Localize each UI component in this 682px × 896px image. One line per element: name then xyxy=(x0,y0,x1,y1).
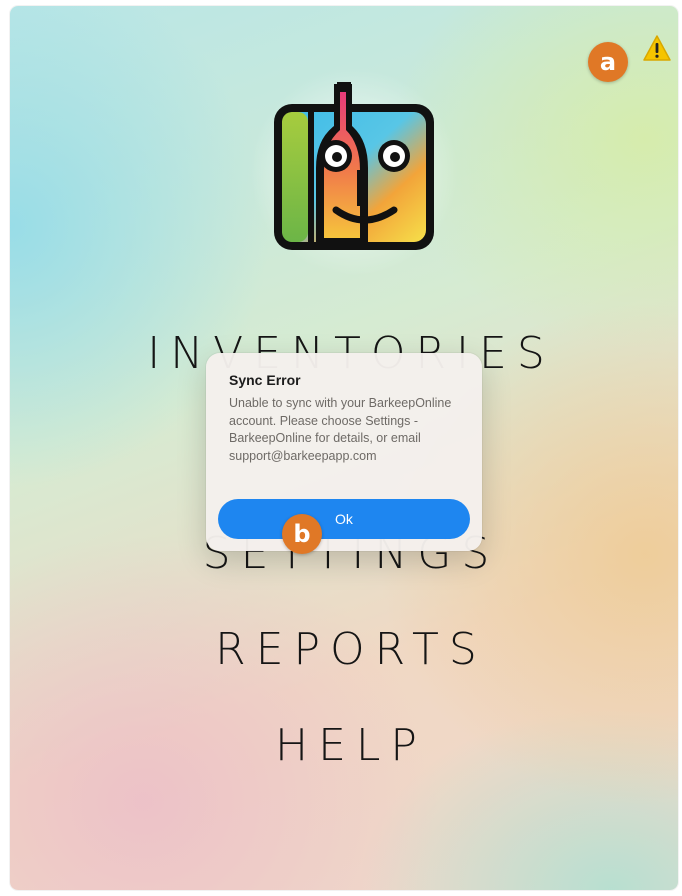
callout-b-marker: b xyxy=(282,514,322,554)
barkeep-logo xyxy=(274,82,434,250)
menu-reports[interactable]: REPORTS xyxy=(10,624,678,675)
dialog-message: Unable to sync with your BarkeepOnline a… xyxy=(229,396,452,463)
warning-triangle-icon[interactable] xyxy=(642,34,672,62)
dialog-title: Sync Error xyxy=(229,372,301,388)
callout-a-marker: a xyxy=(588,42,628,82)
sync-error-dialog: Sync Error Unable to sync with your Bark… xyxy=(206,353,482,551)
ok-button[interactable]: Ok xyxy=(218,499,470,539)
menu-help[interactable]: HELP xyxy=(10,720,678,771)
